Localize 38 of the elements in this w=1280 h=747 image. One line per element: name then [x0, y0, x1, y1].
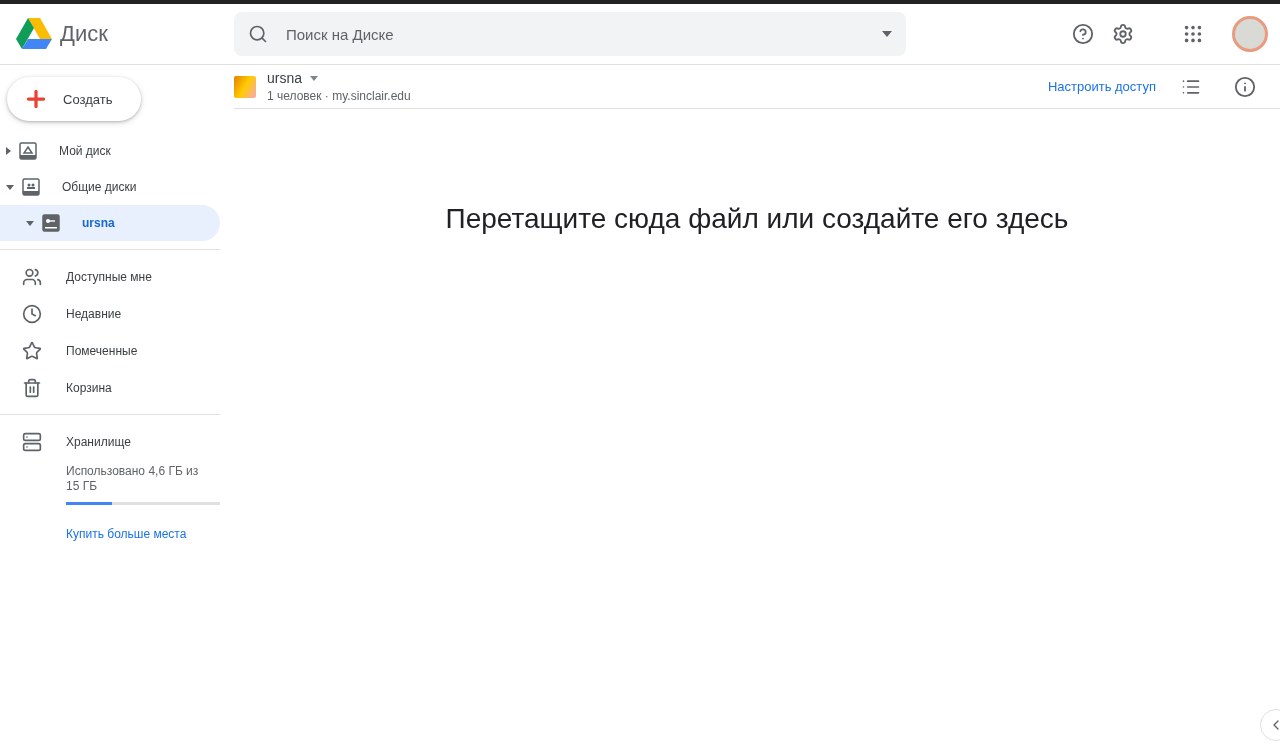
sidebar-item[interactable]: Доступные мне — [0, 258, 220, 295]
search-field[interactable]: Поиск на Диске — [284, 24, 866, 44]
help-button[interactable] — [1072, 23, 1094, 45]
sidebar-item[interactable]: Мой диск — [0, 133, 220, 169]
drive-logo-icon — [16, 18, 52, 50]
folder-info-text: 1 человек · my.sinclair.edu — [267, 89, 411, 103]
buy-storage-link[interactable]: Купить больше места — [66, 527, 187, 541]
storage-item[interactable]: Хранилище — [0, 423, 220, 460]
sidebar-item[interactable]: Корзина — [0, 369, 220, 406]
people-icon — [22, 266, 42, 287]
create-button[interactable]: Создать — [7, 77, 141, 121]
key-drive-icon — [42, 214, 60, 232]
caret-icon[interactable] — [26, 220, 34, 226]
caret-icon — [310, 75, 319, 81]
manage-access-link[interactable]: Настроить доступ — [1047, 79, 1156, 94]
storage-usage-text: Использовано 4,6 ГБ из 15 ГБ — [65, 464, 200, 494]
star-icon — [22, 340, 42, 361]
app-title: Диск — [60, 21, 108, 47]
sidebar-item[interactable]: ursna — [0, 205, 220, 241]
drive-icon — [19, 142, 37, 160]
sidebar-item[interactable]: Помеченные — [0, 332, 220, 369]
sidebar-item[interactable]: Общие диски — [0, 169, 220, 205]
storage-icon — [22, 431, 42, 452]
caret-icon[interactable] — [6, 147, 11, 155]
search-icon — [248, 24, 268, 44]
sidebar-item[interactable]: Недавние — [0, 295, 220, 332]
dropdown-icon[interactable] — [882, 31, 892, 37]
caret-icon[interactable] — [6, 184, 14, 190]
empty-folder-message: Перетащите сюда файл или создайте его здесь — [444, 203, 1070, 235]
trash-icon — [22, 377, 42, 398]
apps-grid-button[interactable] — [1182, 23, 1204, 45]
shared-drive-icon — [22, 178, 40, 196]
folder-thumbnail — [234, 75, 256, 98]
clock-icon — [22, 303, 42, 324]
info-button[interactable] — [1234, 75, 1256, 98]
settings-button[interactable] — [1112, 23, 1134, 45]
search-field[interactable]: Поиск на Диске — [234, 12, 906, 56]
folder-name-button[interactable]: ursna — [267, 70, 411, 86]
